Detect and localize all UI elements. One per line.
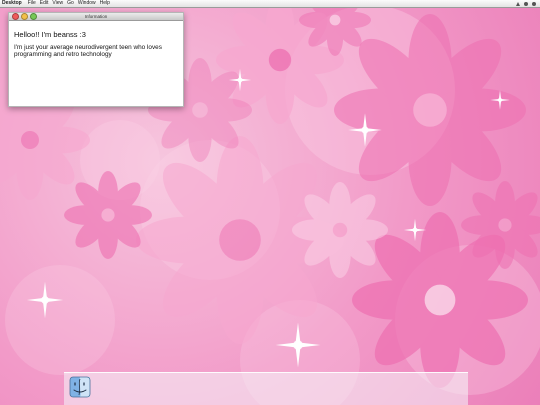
menu-bar: Desktop File Edit View Go Window Help xyxy=(0,0,540,8)
desktop: Desktop File Edit View Go Window Help In… xyxy=(0,0,540,405)
user-icon[interactable] xyxy=(532,1,536,6)
greeting-text: Helloo!! I'm beanss :3 xyxy=(14,30,86,39)
finder-icon[interactable] xyxy=(69,376,91,398)
menu-help[interactable]: Help xyxy=(100,0,110,7)
menu-bar-status xyxy=(516,0,536,7)
menu-file[interactable]: File xyxy=(28,0,36,7)
information-window: Information Helloo!! I'm beanss :3 I'm j… xyxy=(8,12,184,107)
wifi-icon[interactable] xyxy=(516,1,520,6)
menu-window[interactable]: Window xyxy=(78,0,96,7)
menu-app-name[interactable]: Desktop xyxy=(2,0,22,7)
menu-go[interactable]: Go xyxy=(67,0,74,7)
window-title: Information xyxy=(84,14,108,19)
bio-text: I'm just your average neurodivergent tee… xyxy=(14,44,162,59)
window-content: Helloo!! I'm beanss :3 I'm just your ave… xyxy=(9,21,183,63)
volume-icon[interactable] xyxy=(524,1,528,6)
dock xyxy=(64,372,468,405)
menu-edit[interactable]: Edit xyxy=(40,0,49,7)
window-titlebar[interactable]: Information xyxy=(9,13,183,21)
menu-view[interactable]: View xyxy=(52,0,63,7)
